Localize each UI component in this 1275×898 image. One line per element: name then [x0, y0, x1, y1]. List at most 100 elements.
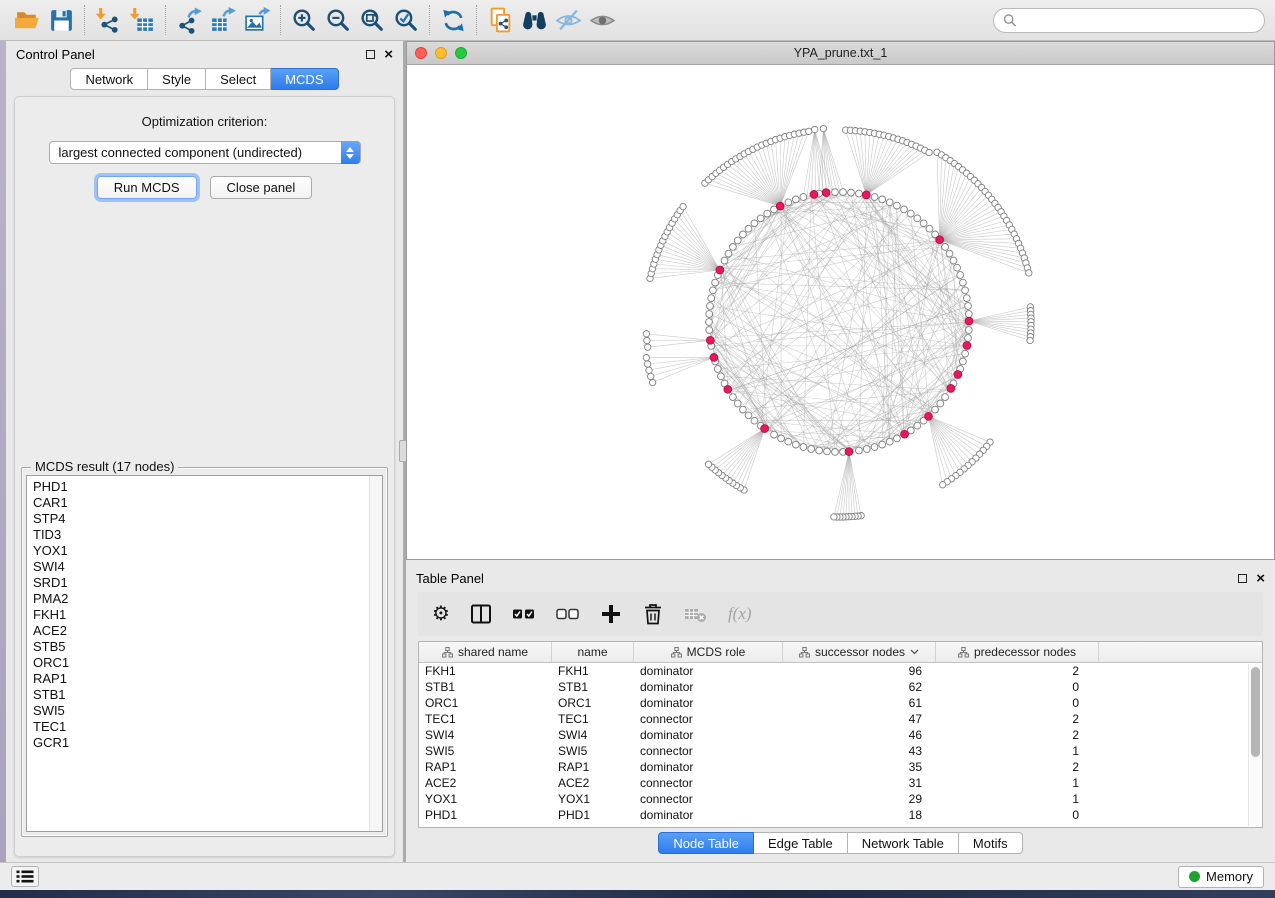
graph-leaf-node[interactable] — [831, 514, 837, 520]
refresh-icon[interactable] — [436, 3, 470, 37]
graph-leaf-node[interactable] — [940, 482, 946, 488]
table-cell[interactable]: 1 — [936, 775, 1099, 791]
table-cell[interactable] — [1099, 807, 1262, 823]
graph-leaf-node[interactable] — [806, 128, 812, 134]
graph-node[interactable] — [730, 244, 737, 251]
mcds-result-item[interactable]: RAP1 — [33, 671, 382, 687]
table-row[interactable]: ORC1ORC1dominator610 — [419, 695, 1262, 711]
graph-node[interactable] — [764, 210, 771, 217]
table-cell[interactable]: 61 — [783, 695, 936, 711]
table-cell[interactable]: SWI5 — [552, 743, 634, 759]
graph-leaf-node[interactable] — [1026, 270, 1032, 276]
graph-node[interactable] — [706, 311, 713, 318]
graph-node[interactable] — [942, 244, 949, 251]
graph-node[interactable] — [942, 394, 949, 401]
graph-node[interactable] — [856, 190, 863, 197]
graph-node[interactable] — [894, 202, 901, 209]
mcds-list-scrollbar[interactable] — [369, 476, 382, 831]
table-cell[interactable]: ACE2 — [419, 775, 552, 791]
graph-hub-node[interactable] — [901, 430, 909, 438]
graph-node[interactable] — [962, 287, 969, 294]
graph-node[interactable] — [725, 250, 732, 257]
tab-edge-table[interactable]: Edge Table — [754, 832, 848, 854]
table-row[interactable]: TEC1TEC1connector472 — [419, 711, 1262, 727]
split-columns-icon[interactable] — [470, 601, 492, 627]
mcds-result-item[interactable]: TID3 — [33, 527, 382, 543]
graph-node[interactable] — [965, 311, 972, 318]
table-cell[interactable]: YOX1 — [419, 791, 552, 807]
table-cell[interactable]: 1 — [936, 743, 1099, 759]
graph-node[interactable] — [708, 295, 715, 302]
table-cell[interactable]: 2 — [936, 727, 1099, 743]
graph-node[interactable] — [710, 287, 717, 294]
graph-hub-node[interactable] — [761, 425, 769, 433]
graph-node[interactable] — [965, 303, 972, 310]
hide-selected-icon[interactable] — [551, 3, 585, 37]
open-folder-icon[interactable] — [10, 3, 44, 37]
graph-leaf-node[interactable] — [644, 337, 650, 343]
graph-node[interactable] — [832, 449, 839, 456]
graph-leaf-node[interactable] — [1027, 337, 1033, 343]
mcds-result-item[interactable]: SWI5 — [33, 703, 382, 719]
tab-mcds[interactable]: MCDS — [271, 68, 338, 90]
graph-node[interactable] — [706, 319, 713, 326]
table-cell[interactable] — [1099, 695, 1262, 711]
graph-hub-node[interactable] — [947, 385, 955, 393]
table-cell[interactable]: TEC1 — [419, 711, 552, 727]
mcds-result-item[interactable]: ORC1 — [33, 655, 382, 671]
table-cell[interactable]: dominator — [634, 807, 783, 823]
table-cell[interactable]: YOX1 — [552, 791, 634, 807]
zoom-in-icon[interactable] — [287, 3, 321, 37]
graph-leaf-node[interactable] — [705, 461, 711, 467]
table-row[interactable]: PHD1PHD1dominator180 — [419, 807, 1262, 823]
mcds-result-item[interactable]: TEC1 — [33, 719, 382, 735]
graph-node[interactable] — [954, 264, 961, 271]
graph-hub-node[interactable] — [724, 385, 732, 393]
graph-leaf-node[interactable] — [926, 149, 932, 155]
tab-network-table[interactable]: Network Table — [848, 832, 959, 854]
graph-leaf-node[interactable] — [820, 125, 826, 131]
graph-node[interactable] — [937, 400, 944, 407]
table-cell[interactable]: PHD1 — [552, 807, 634, 823]
select-all-icon[interactable] — [512, 601, 536, 627]
graph-node[interactable] — [800, 444, 807, 451]
graph-hub-node[interactable] — [810, 191, 818, 199]
graph-hub-node[interactable] — [936, 236, 944, 244]
tab-motifs[interactable]: Motifs — [959, 832, 1023, 854]
graph-leaf-node[interactable] — [645, 344, 651, 350]
mcds-result-item[interactable]: SWI4 — [33, 559, 382, 575]
table-cell[interactable]: 18 — [783, 807, 936, 823]
mcds-result-item[interactable]: YOX1 — [33, 543, 382, 559]
table-cell[interactable]: dominator — [634, 759, 783, 775]
show-all-icon[interactable] — [585, 3, 619, 37]
table-cell[interactable]: 1 — [936, 791, 1099, 807]
graph-node[interactable] — [707, 303, 714, 310]
table-cell[interactable]: PHD1 — [419, 807, 552, 823]
graph-node[interactable] — [886, 438, 893, 445]
graph-node[interactable] — [960, 358, 967, 365]
search-network-icon[interactable] — [517, 3, 551, 37]
column-header-predecessor-nodes[interactable]: predecessor nodes — [936, 642, 1099, 662]
graph-node[interactable] — [730, 394, 737, 401]
graph-leaf-node[interactable] — [649, 379, 655, 385]
import-network-icon[interactable] — [91, 3, 125, 37]
graph-node[interactable] — [879, 441, 886, 448]
settings-gear-icon[interactable]: ⚙ — [432, 601, 450, 627]
deselect-all-icon[interactable] — [556, 601, 580, 627]
graph-hub-node[interactable] — [862, 191, 870, 199]
mcds-result-item[interactable]: CAR1 — [33, 495, 382, 511]
export-image-icon[interactable] — [240, 3, 274, 37]
graph-node[interactable] — [785, 199, 792, 206]
table-cell[interactable] — [1099, 663, 1262, 679]
save-icon[interactable] — [44, 3, 78, 37]
table-cell[interactable]: 29 — [783, 791, 936, 807]
table-cell[interactable]: 2 — [936, 663, 1099, 679]
close-table-panel-icon[interactable]: × — [1256, 573, 1265, 584]
table-row[interactable]: SWI4SWI4dominator462 — [419, 727, 1262, 743]
table-row[interactable]: YOX1YOX1connector291 — [419, 791, 1262, 807]
tab-network[interactable]: Network — [70, 68, 148, 90]
table-cell[interactable]: STB1 — [419, 679, 552, 695]
table-cell[interactable]: dominator — [634, 695, 783, 711]
add-column-icon[interactable] — [600, 601, 622, 627]
mcds-result-item[interactable]: STB1 — [33, 687, 382, 703]
